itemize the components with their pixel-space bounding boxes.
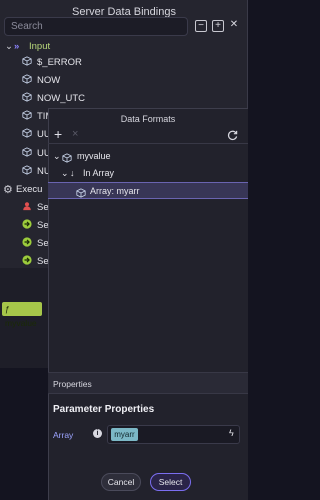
bolt-icon[interactable]: ϟ bbox=[229, 428, 234, 438]
cube-icon bbox=[22, 73, 32, 89]
add-button[interactable]: + bbox=[54, 126, 62, 142]
arrow-down-icon: ↓ bbox=[70, 168, 75, 178]
select-button[interactable]: Select bbox=[150, 473, 191, 491]
info-icon[interactable]: i bbox=[93, 429, 102, 438]
tree-item-label: Execu bbox=[16, 184, 43, 195]
properties-header: Properties bbox=[48, 372, 248, 394]
cube-icon bbox=[22, 127, 32, 143]
tree-item-label: $_ERROR bbox=[37, 57, 82, 68]
cube-icon bbox=[22, 55, 32, 71]
dialog-title: Data Formats bbox=[120, 114, 176, 124]
format-item-myvalue[interactable]: ⌄ myvalue bbox=[48, 148, 248, 165]
tree-item[interactable]: $_ERROR bbox=[0, 55, 248, 71]
tree-item-label: Input bbox=[29, 41, 51, 52]
user-lock-icon bbox=[22, 200, 32, 216]
cube-icon bbox=[22, 109, 32, 125]
remove-button[interactable]: × bbox=[72, 128, 78, 140]
format-item-label: myvalue bbox=[77, 151, 111, 161]
arrow-circle-icon bbox=[22, 218, 32, 234]
format-item-in-array[interactable]: ⌄ ↓ In Array bbox=[48, 165, 248, 182]
tree-item[interactable]: NOW_UTC bbox=[0, 91, 248, 107]
tree-item-label: NOW_UTC bbox=[37, 93, 86, 104]
tree-item-label: NOW bbox=[37, 75, 61, 86]
tree-item[interactable]: NOW bbox=[0, 73, 248, 89]
array-value-chip[interactable]: myarr bbox=[111, 428, 138, 441]
tree-item-input[interactable]: ⌄ » Input bbox=[0, 39, 248, 55]
chevron-down-icon: ⌄ bbox=[61, 168, 69, 178]
format-item-label: In Array bbox=[83, 168, 115, 178]
cube-icon bbox=[76, 186, 86, 203]
format-item-label: Array: myarr bbox=[90, 186, 140, 196]
close-icon[interactable]: ✕ bbox=[228, 20, 240, 32]
cube-icon bbox=[22, 146, 32, 162]
search-input[interactable]: Search bbox=[4, 17, 188, 36]
collapse-all-button[interactable]: − bbox=[195, 20, 207, 32]
arrow-circle-icon bbox=[22, 236, 32, 252]
parameter-properties-title: Parameter Properties bbox=[53, 404, 155, 415]
toolbar-divider bbox=[48, 143, 248, 144]
cancel-button[interactable]: Cancel bbox=[101, 473, 141, 491]
chevron-down-icon: ⌄ bbox=[53, 151, 61, 161]
cube-icon bbox=[22, 91, 32, 107]
chevrons-right-icon: » bbox=[14, 41, 20, 52]
array-label: Array bbox=[53, 430, 74, 440]
gear-icon: ⚙ bbox=[3, 184, 13, 196]
format-item-array-myarr[interactable]: Array: myarr bbox=[48, 182, 248, 199]
function-chip[interactable]: ƒ myvalue bbox=[2, 302, 42, 328]
cube-icon bbox=[22, 164, 32, 180]
expand-all-button[interactable]: + bbox=[212, 20, 224, 32]
chevron-down-icon: ⌄ bbox=[5, 41, 13, 52]
